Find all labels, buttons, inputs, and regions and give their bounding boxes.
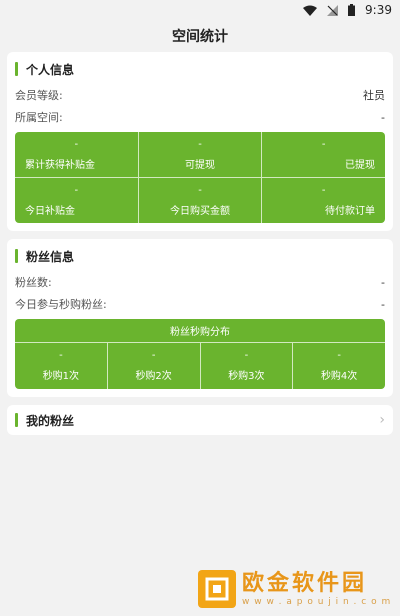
- stat-total-subsidy[interactable]: - 累计获得补贴金: [15, 132, 138, 177]
- status-bar: 9:39: [0, 0, 400, 20]
- personal-info-card: 个人信息 会员等级: 社员 所属空间: - - 累计获得补贴金 - 可提现 - …: [7, 52, 393, 231]
- stat-label: 待付款订单: [325, 205, 376, 217]
- page-title: 空间统计: [172, 29, 228, 45]
- distribution-1[interactable]: - 秒购1次: [15, 343, 107, 389]
- stat-withdrawable[interactable]: - 可提现: [137, 132, 262, 177]
- status-time: 9:39: [365, 3, 392, 17]
- member-level-label: 会员等级:: [15, 89, 63, 102]
- fans-info-header: 粉丝信息: [15, 245, 385, 267]
- distribution-row: - 秒购1次 - 秒购2次 - 秒购3次 - 秒购4次: [15, 343, 385, 389]
- watermark-logo-icon: [198, 570, 236, 608]
- today-fans-label: 今日参与秒购粉丝:: [15, 298, 107, 311]
- distribution-2[interactable]: - 秒购2次: [106, 343, 200, 389]
- distribution-label: 秒购4次: [320, 371, 358, 382]
- distribution-title: 粉丝秒购分布: [15, 319, 385, 343]
- fans-info-title: 粉丝信息: [26, 249, 75, 264]
- stat-value: -: [198, 184, 202, 196]
- stats-row: - 今日补贴金 - 今日购买金额 - 待付款订单: [15, 177, 385, 223]
- watermark-text: 欧金软件园 w w w . a p o u j i n . c o m: [242, 571, 391, 607]
- stat-value: -: [321, 184, 326, 196]
- fans-count-label: 粉丝数:: [15, 276, 52, 289]
- distribution-4[interactable]: - 秒购4次: [292, 343, 385, 389]
- distribution-value: -: [151, 350, 156, 361]
- personal-info-header: 个人信息: [15, 58, 385, 80]
- personal-stats-grid: - 累计获得补贴金 - 可提现 - 已提现 - 今日补贴金 - 今日购买金额 -: [15, 132, 385, 223]
- distribution-value: -: [59, 350, 63, 361]
- member-level-row: 会员等级: 社员: [15, 84, 385, 106]
- member-level-value: 社员: [363, 89, 385, 102]
- stat-label: 可提现: [185, 159, 215, 171]
- my-fans-header: 我的粉丝: [15, 409, 74, 431]
- personal-info-title: 个人信息: [26, 62, 75, 77]
- distribution-label: 秒购3次: [228, 371, 265, 382]
- my-fans-title: 我的粉丝: [26, 413, 75, 428]
- section-accent-bar: [15, 249, 18, 263]
- stat-label: 累计获得补贴金: [25, 159, 95, 171]
- section-accent-bar: [15, 62, 18, 76]
- space-row: 所属空间: -: [15, 106, 385, 128]
- stat-value: -: [198, 138, 202, 150]
- stat-today-purchase[interactable]: - 今日购买金额: [137, 178, 262, 223]
- distribution-value: -: [337, 350, 341, 361]
- stat-value: -: [74, 138, 79, 150]
- my-fans-link[interactable]: 我的粉丝 ›: [7, 405, 393, 435]
- section-accent-bar: [15, 413, 18, 427]
- today-fans-value: -: [381, 297, 385, 311]
- distribution-label: 秒购2次: [135, 371, 172, 382]
- stat-pending-orders[interactable]: - 待付款订单: [261, 178, 385, 223]
- space-label: 所属空间:: [15, 111, 63, 124]
- fans-distribution-grid: 粉丝秒购分布 - 秒购1次 - 秒购2次 - 秒购3次 - 秒购4次: [15, 319, 385, 389]
- fans-count-value: -: [381, 275, 385, 289]
- stats-row: - 累计获得补贴金 - 可提现 - 已提现: [15, 132, 385, 177]
- no-signal-icon: [327, 4, 339, 16]
- stat-label: 今日购买金额: [170, 205, 230, 217]
- stat-withdrawn[interactable]: - 已提现: [261, 132, 385, 177]
- page-title-bar: 空间统计: [0, 20, 400, 52]
- fans-info-card: 粉丝信息 粉丝数: - 今日参与秒购粉丝: - 粉丝秒购分布 - 秒购1次 - …: [7, 239, 393, 397]
- stat-label: 已提现: [345, 159, 376, 171]
- watermark-url: w w w . a p o u j i n . c o m: [242, 597, 392, 607]
- watermark: 欧金软件园 w w w . a p o u j i n . c o m: [198, 566, 394, 612]
- distribution-value: -: [244, 350, 249, 361]
- stat-value: -: [74, 184, 79, 196]
- battery-icon: [348, 4, 356, 16]
- stat-value: -: [321, 138, 326, 150]
- distribution-label: 秒购1次: [42, 371, 80, 382]
- distribution-3[interactable]: - 秒购3次: [199, 343, 293, 389]
- stat-today-subsidy[interactable]: - 今日补贴金: [15, 178, 138, 223]
- wifi-icon: [303, 5, 318, 16]
- stat-label: 今日补贴金: [25, 205, 75, 217]
- fans-count-row: 粉丝数: -: [15, 271, 385, 293]
- chevron-right-icon: ›: [379, 412, 385, 428]
- watermark-title: 欧金软件园: [242, 571, 368, 596]
- today-fans-row: 今日参与秒购粉丝: -: [15, 293, 385, 315]
- space-value: -: [381, 110, 385, 124]
